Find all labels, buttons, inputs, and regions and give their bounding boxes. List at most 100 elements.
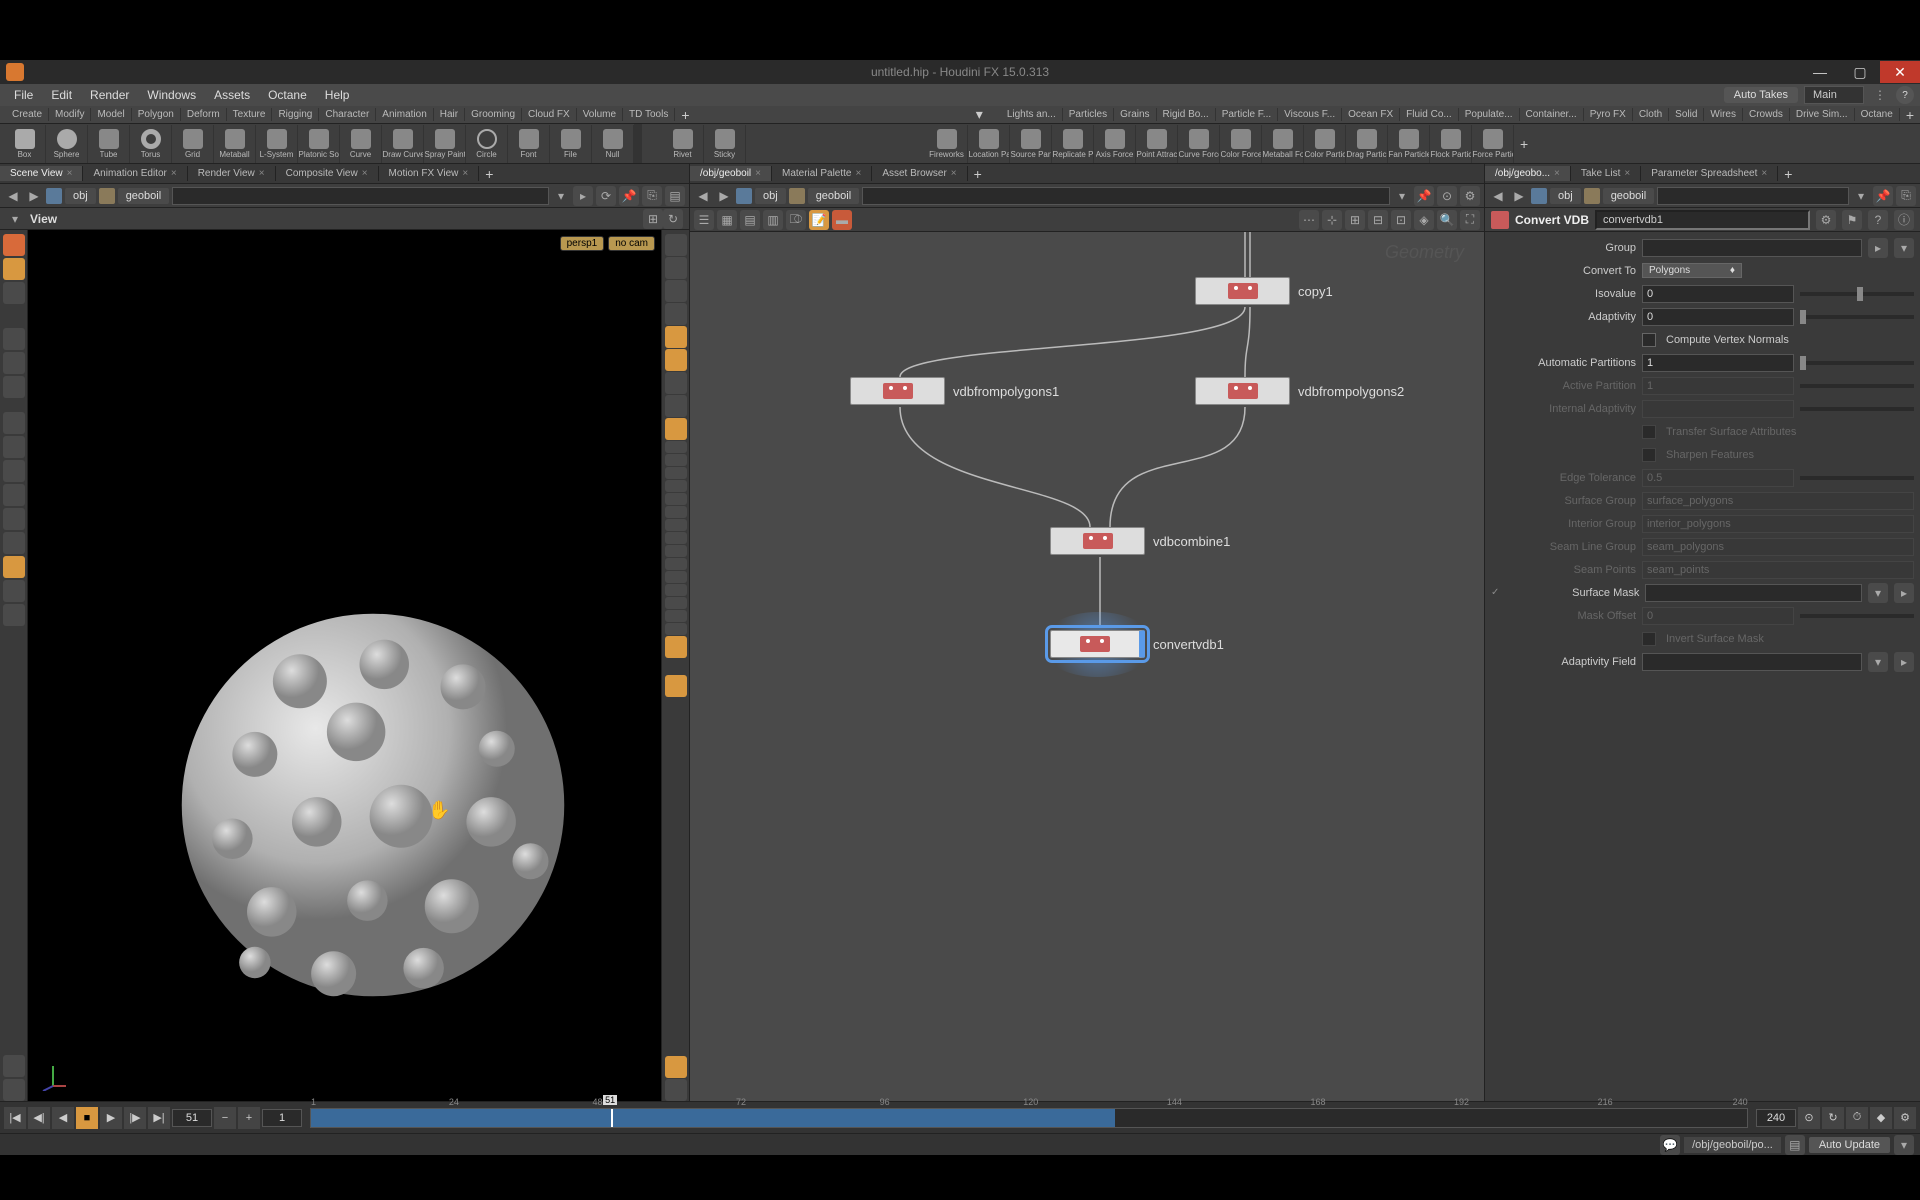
- timeline-playhead[interactable]: 51: [611, 1109, 613, 1127]
- vp-tool-snap2[interactable]: [3, 508, 25, 530]
- geo-icon[interactable]: [789, 188, 805, 204]
- menu-edit[interactable]: Edit: [43, 86, 80, 104]
- vp-tool-handle[interactable]: [3, 258, 25, 280]
- nav-pin-icon[interactable]: 📌: [1873, 186, 1893, 206]
- play-button[interactable]: ▶: [100, 1107, 122, 1129]
- tool-drawcurve[interactable]: Draw Curve: [382, 125, 424, 163]
- auto-partitions-slider[interactable]: [1800, 361, 1914, 365]
- nav-opts-icon[interactable]: ⚙: [1460, 186, 1480, 206]
- nt-grid3-icon[interactable]: ▥: [763, 210, 783, 230]
- tab-composite-view[interactable]: Composite View×: [276, 166, 379, 181]
- end-frame-input[interactable]: [1756, 1109, 1796, 1127]
- tool-point-attract[interactable]: Point Attrac...: [1136, 125, 1178, 163]
- vp-sm-opt[interactable]: [665, 441, 687, 453]
- shelf-tab[interactable]: Container...: [1520, 108, 1584, 121]
- vp-sm-opt[interactable]: [665, 480, 687, 492]
- surface-mask-input[interactable]: [1645, 584, 1862, 602]
- vp-sm-opt[interactable]: [665, 571, 687, 583]
- vp-display-final[interactable]: [665, 675, 687, 697]
- auto-update-button[interactable]: Auto Update: [1809, 1137, 1890, 1153]
- tool-location[interactable]: Location Pa...: [968, 125, 1010, 163]
- nav-pin-icon[interactable]: 📌: [619, 186, 639, 206]
- take-dropdown[interactable]: Main: [1804, 86, 1864, 104]
- path-input[interactable]: [172, 187, 549, 205]
- shelf-tab[interactable]: Deform: [181, 108, 227, 121]
- tab-asset-browser[interactable]: Asset Browser×: [872, 166, 967, 181]
- shelf-tab[interactable]: Cloth: [1633, 108, 1669, 121]
- group-menu-icon[interactable]: ▾: [1894, 238, 1914, 258]
- nav-dd-icon[interactable]: ▾: [1393, 187, 1411, 205]
- nt-tree-icon[interactable]: ⎄: [786, 210, 806, 230]
- shelf-add-icon[interactable]: +: [675, 107, 695, 123]
- node-convertvdb1[interactable]: convertvdb1: [1050, 630, 1145, 658]
- node-vdbfrompolygons2[interactable]: vdbfrompolygons2: [1195, 377, 1290, 405]
- vp-sm-opt[interactable]: [665, 610, 687, 622]
- vp-sm-opt[interactable]: [665, 454, 687, 466]
- adaptivity-input[interactable]: [1642, 308, 1794, 326]
- tool-drag-particles[interactable]: Drag Particles: [1346, 125, 1388, 163]
- nt-opt6-icon[interactable]: ◈: [1414, 210, 1434, 230]
- vp-sm-opt[interactable]: [665, 519, 687, 531]
- vp-display-opt6[interactable]: [665, 418, 687, 440]
- vp-sm-opt[interactable]: [665, 506, 687, 518]
- persp-badge[interactable]: persp1: [560, 236, 605, 251]
- nav-back-icon[interactable]: ◀: [694, 187, 712, 205]
- mask-menu-icon[interactable]: ▾: [1868, 583, 1888, 603]
- tl-key-button[interactable]: ◆: [1870, 1107, 1892, 1129]
- tool-lsystem[interactable]: L-System: [256, 125, 298, 163]
- node-vdbfrompolygons1[interactable]: vdbfrompolygons1: [850, 377, 945, 405]
- vp-sm-opt[interactable]: [665, 467, 687, 479]
- tool-curve-force[interactable]: Curve Force: [1178, 125, 1220, 163]
- param-flag-icon[interactable]: ⚑: [1842, 210, 1862, 230]
- shelf-tab[interactable]: Model: [91, 108, 131, 121]
- tool-null[interactable]: Null: [592, 125, 634, 163]
- shelf-tab[interactable]: Animation: [376, 108, 433, 121]
- shelf-tab[interactable]: Create: [6, 108, 49, 121]
- tool-replicate[interactable]: Replicate P...: [1052, 125, 1094, 163]
- menu-octane[interactable]: Octane: [260, 86, 315, 104]
- tab-material-palette[interactable]: Material Palette×: [772, 166, 872, 181]
- compute-normals-checkbox[interactable]: [1642, 333, 1656, 347]
- vp-tool-select[interactable]: [3, 234, 25, 256]
- node-vdbcombine1[interactable]: vdbcombine1: [1050, 527, 1145, 555]
- nt-grid1-icon[interactable]: ▦: [717, 210, 737, 230]
- vp-tool-lasso[interactable]: [3, 352, 25, 374]
- last-frame-button[interactable]: ▶|: [148, 1107, 170, 1129]
- tool-curve[interactable]: Curve: [340, 125, 382, 163]
- tab-param-path[interactable]: /obj/geobo...×: [1485, 166, 1571, 181]
- convert-to-dropdown[interactable]: Polygons♦: [1642, 263, 1742, 278]
- minimize-button[interactable]: —: [1800, 61, 1840, 83]
- param-info-icon[interactable]: ⓘ: [1894, 210, 1914, 230]
- status-path[interactable]: /obj/geoboil/po...: [1684, 1137, 1781, 1153]
- tab-param-spreadsheet[interactable]: Parameter Spreadsheet×: [1641, 166, 1778, 181]
- nav-dd-icon[interactable]: ▾: [552, 187, 570, 205]
- help-icon[interactable]: ?: [1896, 86, 1914, 104]
- start-frame-input[interactable]: [262, 1109, 302, 1127]
- node-copy1[interactable]: copy1: [1195, 277, 1290, 305]
- nav-back-icon[interactable]: ◀: [1489, 187, 1507, 205]
- current-frame-input[interactable]: [172, 1109, 212, 1127]
- shelf-tab[interactable]: Texture: [227, 108, 273, 121]
- tool-spraypaint[interactable]: Spray Paint: [424, 125, 466, 163]
- cam-badge[interactable]: no cam: [608, 236, 655, 251]
- nav-dd-icon[interactable]: ▾: [1852, 187, 1870, 205]
- isovalue-slider[interactable]: [1800, 292, 1914, 296]
- view-layout-icon[interactable]: ⊞: [643, 209, 663, 229]
- node-name-input[interactable]: [1595, 210, 1810, 230]
- shelf-tab[interactable]: Modify: [49, 108, 91, 121]
- vp-tool-move[interactable]: [3, 282, 25, 304]
- shelf-tab[interactable]: Volume: [577, 108, 623, 121]
- shelf-add-icon[interactable]: +: [1514, 136, 1534, 152]
- tool-torus[interactable]: Torus: [130, 125, 172, 163]
- vp-tool-snap3[interactable]: [3, 532, 25, 554]
- shelf-tab[interactable]: Fluid Co...: [1400, 108, 1459, 121]
- shelf-tab[interactable]: Hair: [434, 108, 465, 121]
- vp-tool-flag2[interactable]: [3, 1079, 25, 1101]
- timeline-track[interactable]: 1 24 48 72 96 120 144 168 192 216 240 51: [310, 1108, 1748, 1128]
- status-chat-icon[interactable]: 💬: [1660, 1135, 1680, 1155]
- tool-rivet[interactable]: Rivet: [662, 125, 704, 163]
- tool-sphere[interactable]: Sphere: [46, 125, 88, 163]
- play-back-button[interactable]: ◀: [52, 1107, 74, 1129]
- shelf-tab[interactable]: Grains: [1114, 108, 1156, 121]
- adaptivity-field-input[interactable]: [1642, 653, 1862, 671]
